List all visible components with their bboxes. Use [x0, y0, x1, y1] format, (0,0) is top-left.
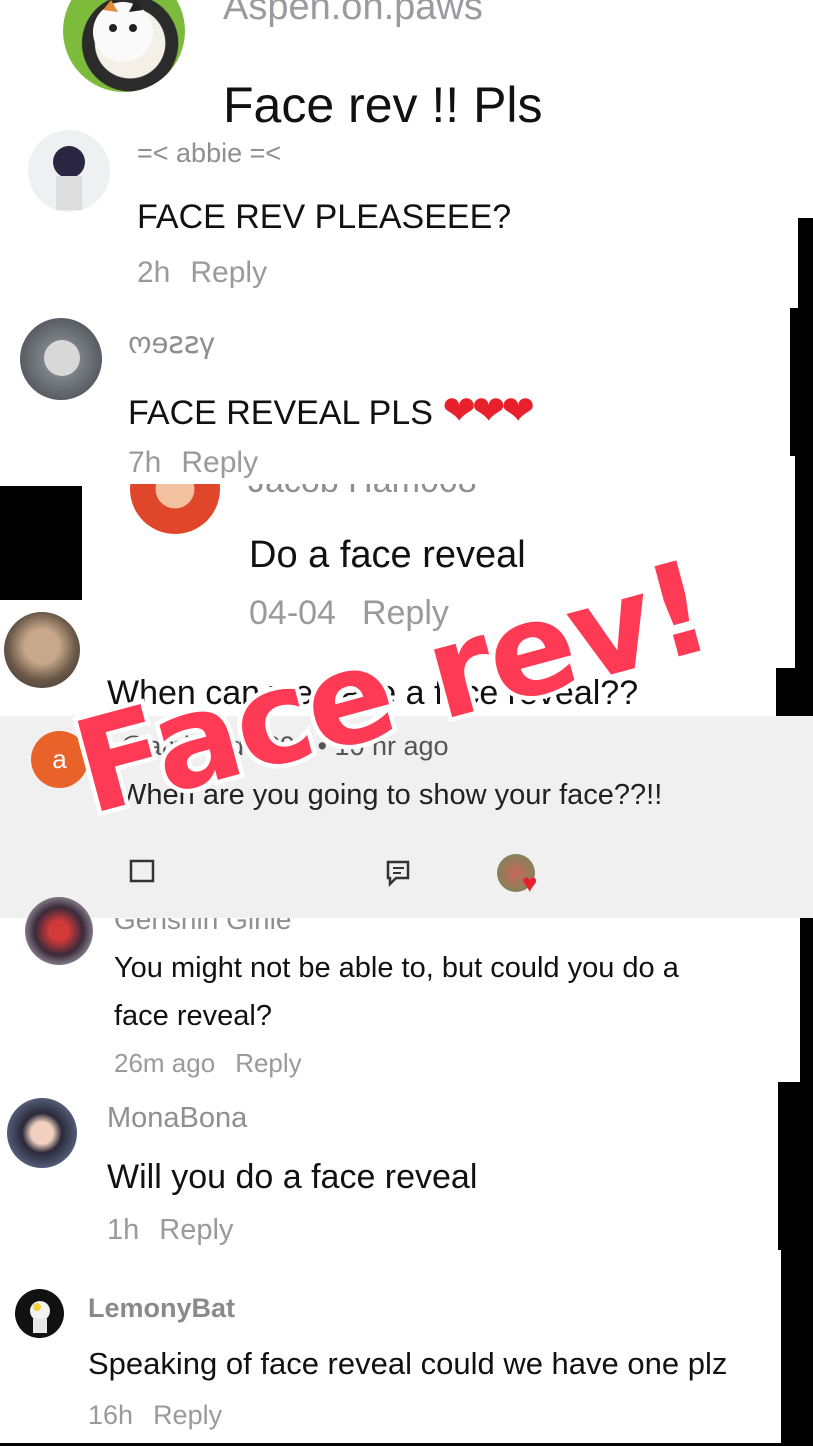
comment-time: 16h	[88, 1400, 134, 1430]
edge-bar	[781, 1250, 813, 1446]
comment-icon[interactable]	[384, 858, 414, 888]
commenter-avatar[interactable]	[130, 484, 220, 534]
commenter-name[interactable]: =< abbie =<	[137, 138, 281, 169]
cat-icon	[93, 0, 153, 62]
comment-time: 2h	[137, 256, 171, 289]
heart-icons: ❤❤❤	[442, 389, 535, 433]
photo-icon	[44, 340, 80, 376]
post-caption: Face rev !! Pls	[223, 77, 543, 133]
commenter-avatar[interactable]	[15, 1289, 64, 1338]
edge-bar	[776, 668, 813, 716]
edge-bar	[798, 218, 813, 308]
person-icon	[53, 146, 85, 210]
comment-text: Speaking of face reveal could we have on…	[88, 1346, 728, 1381]
edge-bar	[795, 456, 813, 668]
comment-meta: 7h Reply	[128, 446, 258, 480]
commenter-avatar[interactable]	[20, 318, 102, 400]
commenter-avatar[interactable]	[4, 612, 80, 688]
reply-button[interactable]: Reply	[190, 256, 267, 289]
comment-time: 04-04	[249, 594, 336, 632]
comment-text-main: FACE REVEAL PLS	[128, 394, 433, 432]
heart-icon: ♥	[522, 868, 538, 898]
commenter-name[interactable]: LemonyBat	[88, 1293, 235, 1324]
dislike-icon[interactable]	[128, 858, 158, 888]
comment-meta: 16h Reply	[88, 1400, 222, 1431]
comment-time: 7h	[128, 446, 162, 479]
edge-bar	[0, 486, 82, 600]
bat-character-icon	[30, 1301, 50, 1333]
commenter-name[interactable]: MonaBona	[107, 1102, 247, 1135]
edge-bar	[778, 1082, 813, 1250]
post-author-avatar[interactable]	[63, 0, 185, 92]
edge-bar	[790, 308, 813, 456]
comment-text: FACE REV PLEASEEE?	[137, 198, 512, 236]
comment-text: FACE REVEAL PLS ❤❤❤	[128, 388, 535, 434]
reply-button[interactable]: Reply	[153, 1400, 222, 1430]
avatar-letter: a	[52, 744, 67, 774]
reply-button[interactable]: Reply	[235, 1048, 301, 1078]
comment-text: Will you do a face reveal	[107, 1158, 478, 1196]
post-author-name[interactable]: Aspen.on.paws	[223, 0, 483, 29]
comment-time: 1h	[107, 1214, 140, 1246]
comment-meta: 1h Reply	[107, 1214, 233, 1247]
comment-text-line2: face reveal?	[114, 1000, 272, 1032]
commenter-name[interactable]: Jacob Ham008	[248, 484, 477, 501]
commenter-avatar[interactable]	[28, 130, 110, 212]
comment-meta: 2h Reply	[137, 256, 267, 290]
comment-text: Do a face reveal	[249, 534, 526, 576]
reply-button[interactable]: Reply	[159, 1214, 233, 1246]
commenter-name[interactable]: ოɘꙅꙅγ	[128, 326, 215, 361]
reply-button[interactable]: Reply	[181, 446, 258, 479]
commenter-avatar[interactable]	[25, 897, 93, 965]
comment-text-line1: You might not be able to, but could you …	[114, 952, 679, 984]
comment-time: 26m ago	[114, 1048, 216, 1078]
edge-bar	[800, 918, 813, 1082]
commenter-avatar[interactable]	[7, 1098, 77, 1168]
commenter-name[interactable]: Genshin Girlie	[114, 918, 291, 936]
comment-meta: 26m ago Reply	[114, 1048, 302, 1079]
